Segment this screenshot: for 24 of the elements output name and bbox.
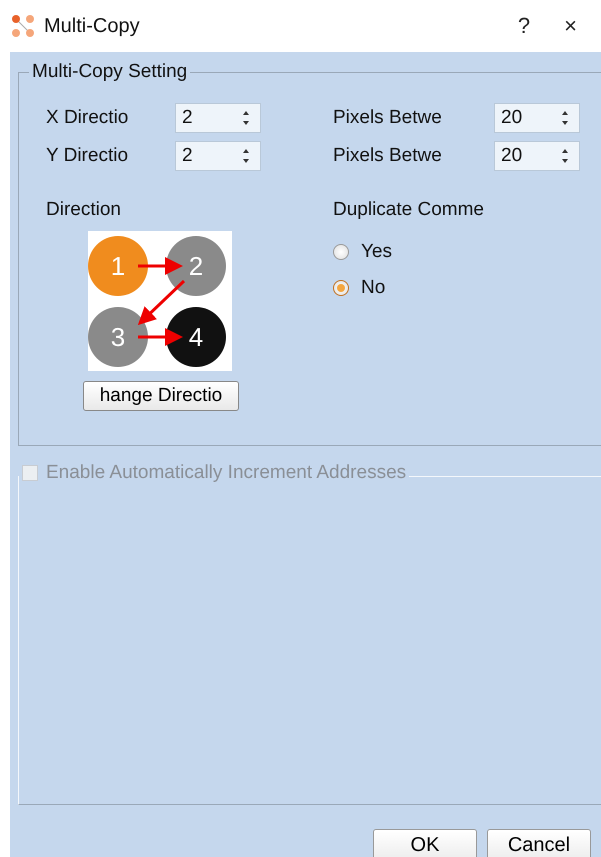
duplicate-label: Duplicate Comme [333, 199, 484, 220]
radio-label: Yes [361, 241, 392, 263]
spin-box[interactable]: 20 [494, 141, 580, 171]
field-label: Pixels Betwe [333, 107, 443, 129]
spin-box[interactable]: 20 [494, 103, 580, 133]
app-logo-icon [12, 15, 34, 37]
spin-box[interactable]: 2 [175, 141, 261, 171]
window-title: Multi-Copy [44, 14, 141, 38]
direction-diagram: 1 2 3 4 [88, 231, 232, 371]
radio-label: No [361, 277, 386, 299]
cancel-button[interactable]: Cancel [487, 829, 591, 857]
field-label: Y Directio [46, 145, 130, 167]
checkbox-label: Enable Automatically Increment Addresses [46, 462, 406, 484]
radio-button[interactable] [333, 244, 349, 260]
spin-box[interactable]: 2 [175, 103, 261, 133]
field-label: X Directio [46, 107, 130, 129]
group-title: Multi-Copy Setting [29, 61, 190, 83]
help-button[interactable]: ? [506, 13, 542, 39]
close-button[interactable]: × [552, 13, 589, 39]
field-label: Pixels Betwe [333, 145, 443, 167]
radio-button[interactable] [333, 280, 349, 296]
ok-button[interactable]: OK [373, 829, 477, 857]
direction-label: Direction [46, 199, 121, 220]
change-direction-button[interactable]: hange Directio [83, 381, 239, 411]
